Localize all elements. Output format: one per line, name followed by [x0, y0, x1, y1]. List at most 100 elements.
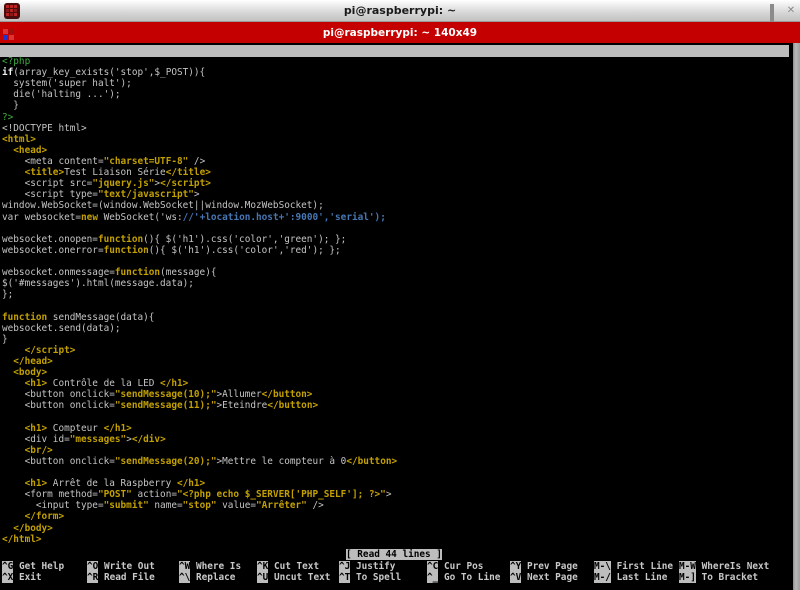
shortcut-key: ^O — [87, 561, 98, 572]
shortcut-key: ^Y — [510, 561, 521, 572]
nano-shortcut: ^X Exit — [2, 572, 42, 583]
code-line: <body> — [2, 367, 790, 378]
shortcut-key: ^V — [510, 572, 521, 583]
nano-shortcut: ^_ Go To Line — [427, 572, 500, 583]
terminal-icon — [3, 26, 15, 38]
code-line: <?php — [2, 56, 790, 67]
code-line: <form method="POST" action="<?php echo $… — [2, 489, 790, 500]
shortcut-key: ^U — [257, 572, 268, 583]
window-controls: ✕ — [738, 0, 796, 22]
code-line: websocket.onerror=function(){ $('h1').cs… — [2, 245, 790, 256]
shortcut-label: Get Help — [13, 561, 64, 572]
terminal-titlebar[interactable]: pi@raspberrypi: ~ 140x49 — [0, 22, 800, 43]
code-line: <button onclick="sendMessage(11);">Etein… — [2, 400, 790, 411]
shortcut-key: M-\ — [594, 561, 611, 572]
nano-shortcut: ^U Uncut Text — [257, 572, 330, 583]
code-line: <button onclick="sendMessage(20);">Mettr… — [2, 456, 790, 467]
code-line — [2, 300, 790, 311]
shortcut-label: Exit — [13, 572, 41, 583]
shortcut-key: ^_ — [427, 572, 438, 583]
code-line: }; — [2, 289, 790, 300]
code-line: <script type="text/javascript"> — [2, 189, 790, 200]
terminal-screen[interactable]: File: /var/www/html/index.php GNU nano 2… — [0, 43, 800, 590]
code-line: websocket.onopen=function(){ $('h1').css… — [2, 234, 790, 245]
window-title: pi@raspberrypi: ~ — [0, 4, 800, 17]
code-line: </form> — [2, 511, 790, 522]
nano-shortcut: ^R Read File — [87, 572, 155, 583]
code-line: <title>Test Liaison Série</title> — [2, 167, 790, 178]
minimize-icon[interactable] — [754, 6, 764, 16]
shortcut-label: First Line — [611, 561, 673, 572]
shortcut-key: ^T — [339, 572, 350, 583]
shortcut-label: Go To Line — [438, 572, 500, 583]
shortcut-key: M-] — [679, 572, 696, 583]
nano-shortcut: ^Y Prev Page — [510, 561, 578, 572]
code-line: <h1> Compteur </h1> — [2, 423, 790, 434]
code-line: <br/> — [2, 445, 790, 456]
shortcut-label: Next Page — [521, 572, 577, 583]
code-line: <h1> Arrêt de la Raspberry </h1> — [2, 478, 790, 489]
code-line: } — [2, 100, 790, 111]
nano-shortcut: ^V Next Page — [510, 572, 578, 583]
code-line: <h1> Contrôle de la LED </h1> — [2, 378, 790, 389]
shortcut-key: M-W — [679, 561, 696, 572]
code-line: <head> — [2, 145, 790, 156]
code-line — [2, 412, 790, 423]
shortcut-label: Uncut Text — [268, 572, 330, 583]
nano-shortcut: ^T To Spell — [339, 572, 401, 583]
shortcut-label: Justify — [350, 561, 395, 572]
code-line: window.WebSocket=(window.WebSocket||wind… — [2, 200, 790, 211]
code-area: <?phpif(array_key_exists('stop',$_POST))… — [2, 56, 790, 545]
code-line: <meta content="charset=UTF-8" /> — [2, 156, 790, 167]
nano-shortcut: ^J Justify — [339, 561, 395, 572]
app-icon — [4, 3, 20, 19]
shortcut-label: To Bracket — [696, 572, 758, 583]
shortcut-label: Prev Page — [521, 561, 577, 572]
code-line: </script> — [2, 345, 790, 356]
nano-shortcut: ^\ Replace — [179, 572, 235, 583]
code-line: $('#messages').html(message.data); — [2, 278, 790, 289]
terminal-scrollbar[interactable] — [793, 43, 800, 590]
code-line — [2, 467, 790, 478]
nano-shortcut-row-2: ^X Exit ^R Read File ^\ Replace ^U Uncut Te… — [2, 572, 790, 583]
shortcut-key: ^W — [179, 561, 190, 572]
code-line: var websocket=new WebSocket('ws://'+loca… — [2, 212, 790, 223]
shortcut-key: ^C — [427, 561, 438, 572]
nano-shortcut: ^C Cur Pos — [427, 561, 483, 572]
nano-shortcut: M-\ First Line — [594, 561, 673, 572]
shortcut-label: Cut Text — [268, 561, 319, 572]
omnipresent-icon[interactable] — [738, 6, 748, 16]
shortcut-key: ^R — [87, 572, 98, 583]
nano-shortcut: ^O Write Out — [87, 561, 155, 572]
shortcut-label: Cur Pos — [438, 561, 483, 572]
nano-shortcut-row-1: ^G Get Help ^O Write Out ^W Where Is ^K Cut… — [2, 561, 790, 572]
nano-shortcut: ^G Get Help — [2, 561, 64, 572]
shortcut-label: Replace — [190, 572, 235, 583]
code-line: <!DOCTYPE html> — [2, 123, 790, 134]
code-line: } — [2, 334, 790, 345]
code-line: </html> — [2, 534, 790, 545]
nano-shortcut: ^K Cut Text — [257, 561, 319, 572]
code-line: <html> — [2, 134, 790, 145]
code-line: websocket.onmessage=function(message){ — [2, 267, 790, 278]
code-line — [2, 223, 790, 234]
code-line: system('super halt'); — [2, 78, 790, 89]
shortcut-key: ^J — [339, 561, 350, 572]
shortcut-key: ^\ — [179, 572, 190, 583]
shortcut-label: WhereIs Next — [696, 561, 769, 572]
shortcut-label: To Spell — [350, 572, 401, 583]
shortcut-label: Write Out — [98, 561, 154, 572]
code-line: <script src="jquery.js"></script> — [2, 178, 790, 189]
shortcut-key: M-/ — [594, 572, 611, 583]
maximize-icon[interactable] — [770, 6, 780, 16]
close-icon[interactable]: ✕ — [786, 6, 796, 16]
code-line: <button onclick="sendMessage(10);">Allum… — [2, 389, 790, 400]
code-line: function sendMessage(data){ — [2, 312, 790, 323]
code-line: <div id="messages"></div> — [2, 434, 790, 445]
shortcut-key: ^K — [257, 561, 268, 572]
shortcut-label: Where Is — [190, 561, 241, 572]
window-titlebar[interactable]: pi@raspberrypi: ~ ✕ — [0, 0, 800, 22]
code-line: die('halting ...'); — [2, 89, 790, 100]
terminal-title: pi@raspberrypi: ~ 140x49 — [0, 27, 800, 39]
nano-shortcut: ^W Where Is — [179, 561, 241, 572]
